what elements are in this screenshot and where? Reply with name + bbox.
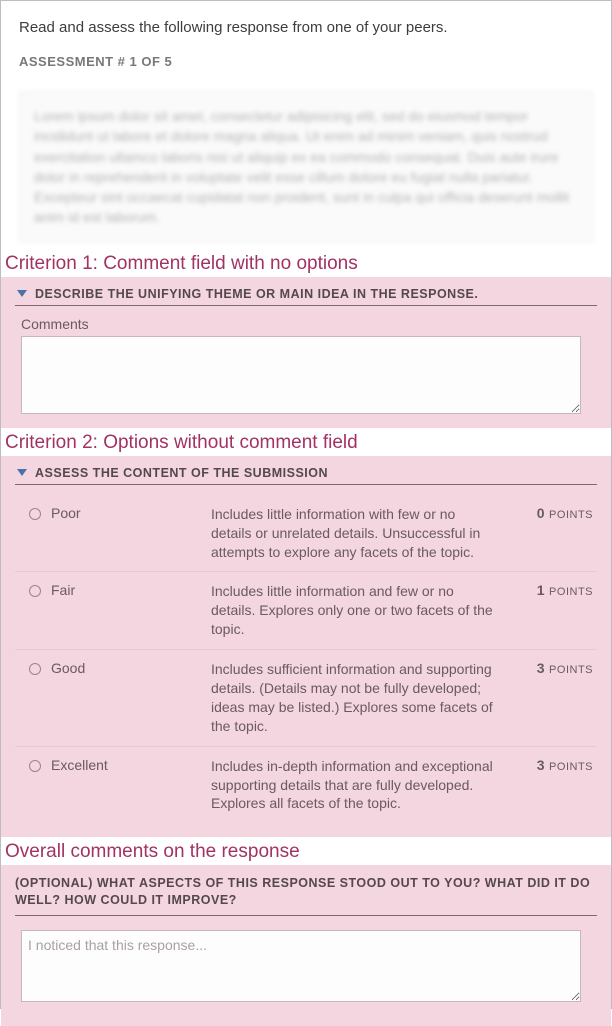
radio-icon[interactable] xyxy=(29,663,41,675)
radio-icon[interactable] xyxy=(29,508,41,520)
option-points: 3POINTS xyxy=(517,660,593,676)
radio-icon[interactable] xyxy=(29,585,41,597)
radio-icon[interactable] xyxy=(29,760,41,772)
assessment-counter: ASSESSMENT # 1 OF 5 xyxy=(19,54,593,69)
instruction-text: Read and assess the following response f… xyxy=(19,19,593,36)
option-points: 3POINTS xyxy=(517,757,593,773)
option-row[interactable]: Poor Includes little information with fe… xyxy=(15,495,597,572)
peer-response-preview: Lorem ipsum dolor sit amet, consectetur … xyxy=(19,91,593,243)
annotation-criterion-2: Criterion 2: Options without comment fie… xyxy=(1,428,611,456)
option-label: Good xyxy=(51,660,201,676)
annotation-overall: Overall comments on the response xyxy=(1,837,611,865)
option-label: Fair xyxy=(51,582,201,598)
option-points: 0POINTS xyxy=(517,505,593,521)
criterion-2-options: Poor Includes little information with fe… xyxy=(15,495,597,824)
criterion-1-comments-input[interactable] xyxy=(21,336,581,414)
comments-label: Comments xyxy=(21,316,597,332)
criterion-2-header[interactable]: ASSESS THE CONTENT OF THE SUBMISSION xyxy=(15,466,597,485)
option-row[interactable]: Good Includes sufficient information and… xyxy=(15,649,597,746)
criterion-2-title: ASSESS THE CONTENT OF THE SUBMISSION xyxy=(35,466,328,480)
option-row[interactable]: Fair Includes little information and few… xyxy=(15,571,597,649)
overall-section: (OPTIONAL) WHAT ASPECTS OF THIS RESPONSE… xyxy=(1,865,611,1026)
top-section: Read and assess the following response f… xyxy=(1,1,611,91)
option-label: Poor xyxy=(51,505,201,521)
criterion-2-section: ASSESS THE CONTENT OF THE SUBMISSION Poo… xyxy=(1,456,611,838)
overall-heading: (OPTIONAL) WHAT ASPECTS OF THIS RESPONSE… xyxy=(15,875,597,916)
option-description: Includes in-depth information and except… xyxy=(211,757,507,814)
caret-down-icon xyxy=(17,469,27,476)
option-label: Excellent xyxy=(51,757,201,773)
caret-down-icon xyxy=(17,290,27,297)
option-description: Includes sufficient information and supp… xyxy=(211,660,507,736)
option-row[interactable]: Excellent Includes in-depth information … xyxy=(15,746,597,824)
criterion-1-title: DESCRIBE THE UNIFYING THEME OR MAIN IDEA… xyxy=(35,287,478,301)
criterion-1-header[interactable]: DESCRIBE THE UNIFYING THEME OR MAIN IDEA… xyxy=(15,287,597,306)
annotation-criterion-1: Criterion 1: Comment field with no optio… xyxy=(1,249,611,277)
criterion-1-section: DESCRIBE THE UNIFYING THEME OR MAIN IDEA… xyxy=(1,277,611,428)
option-description: Includes little information and few or n… xyxy=(211,582,507,639)
overall-comments-input[interactable] xyxy=(21,930,581,1002)
option-description: Includes little information with few or … xyxy=(211,505,507,562)
option-points: 1POINTS xyxy=(517,582,593,598)
